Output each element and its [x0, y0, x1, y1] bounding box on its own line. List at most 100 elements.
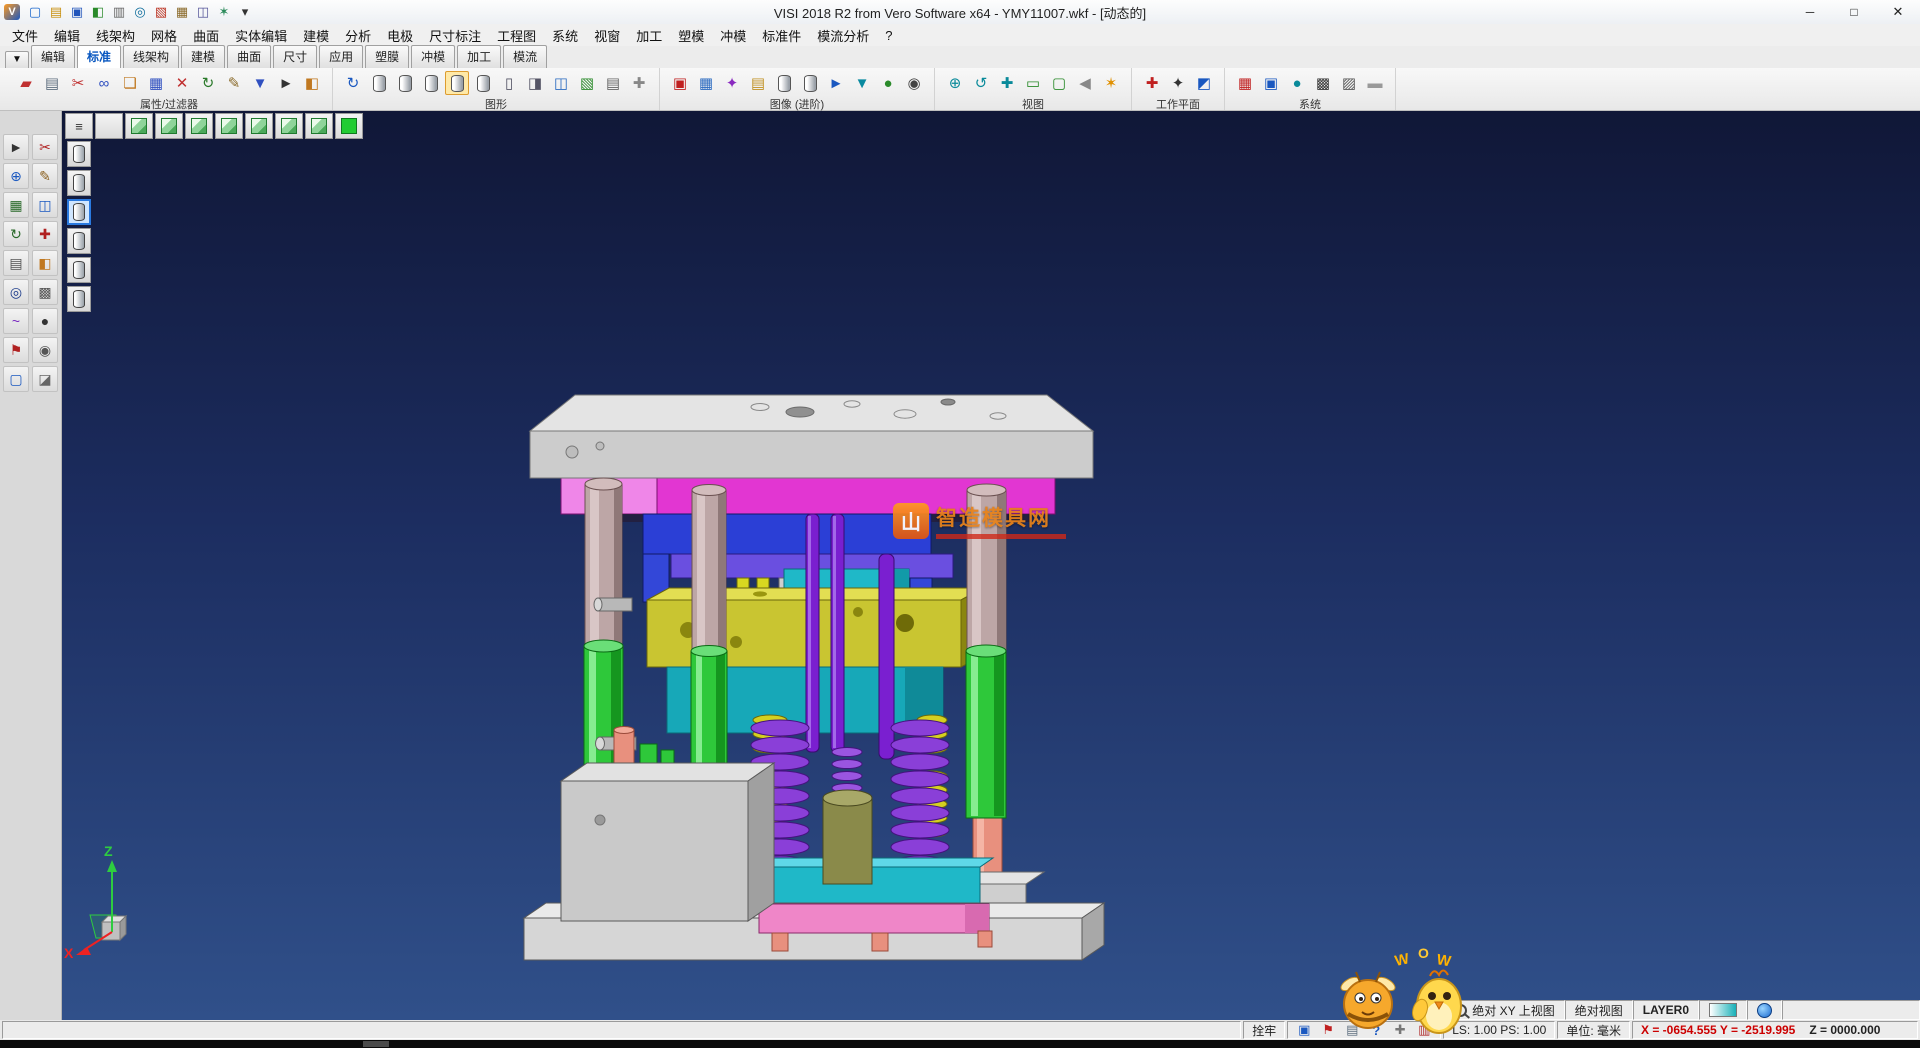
section-cylinder-icon[interactable]: [798, 71, 822, 95]
advanced-render-icon[interactable]: ▣: [668, 71, 692, 95]
globe-settings-icon[interactable]: ●: [1285, 71, 1309, 95]
shaded-mode-icon[interactable]: [445, 71, 469, 95]
tab-mould[interactable]: 塑膜: [365, 45, 409, 68]
view-right-cube-button[interactable]: [215, 113, 243, 139]
display-settings-icon[interactable]: ▣: [1259, 71, 1283, 95]
export-icon[interactable]: ◪: [32, 366, 58, 392]
shade-ghost-button[interactable]: [67, 228, 91, 254]
tab-surface[interactable]: 曲面: [227, 45, 271, 68]
menu-mesh[interactable]: 网格: [143, 24, 185, 47]
menu-window[interactable]: 视窗: [586, 24, 628, 47]
view-menu-button[interactable]: ≡: [65, 113, 93, 139]
snap-lock-panel[interactable]: 拴牢: [1243, 1021, 1285, 1039]
raster-settings-icon[interactable]: ▨: [1337, 71, 1361, 95]
close-button[interactable]: ✕: [1876, 0, 1920, 24]
menu-mould[interactable]: 塑模: [670, 24, 712, 47]
layer-panel[interactable]: LAYER0: [1633, 1000, 1699, 1020]
env-sphere-icon[interactable]: ●: [876, 71, 900, 95]
view-iso-cube-button[interactable]: [305, 113, 333, 139]
texture-grid-icon[interactable]: ▦: [694, 71, 718, 95]
tab-dimension[interactable]: 尺寸: [273, 45, 317, 68]
paint-icon[interactable]: ◧: [300, 71, 324, 95]
refresh-icon[interactable]: ↻: [196, 71, 220, 95]
menu-analysis[interactable]: 分析: [337, 24, 379, 47]
menu-dimension[interactable]: 尺寸标注: [421, 24, 489, 47]
cut-entities-icon[interactable]: ✂: [66, 71, 90, 95]
globe-panel[interactable]: [1747, 1000, 1782, 1020]
workplane-view-icon[interactable]: ◩: [1192, 71, 1216, 95]
workplane-icon[interactable]: ◧: [89, 3, 107, 21]
shade-section-button[interactable]: [67, 257, 91, 283]
tab-dropdown-button[interactable]: ▼: [5, 51, 29, 68]
pan-view-icon[interactable]: ⊕: [943, 71, 967, 95]
menu-surface[interactable]: 曲面: [185, 24, 227, 47]
tab-application[interactable]: 应用: [319, 45, 363, 68]
curve-icon[interactable]: ~: [3, 308, 29, 334]
sketch-pencil-icon[interactable]: ✎: [32, 163, 58, 189]
select-color-icon[interactable]: ▰: [14, 71, 38, 95]
redraw-icon[interactable]: ↻: [341, 71, 365, 95]
menu-modeling[interactable]: 建模: [295, 24, 337, 47]
menu-file[interactable]: 文件: [4, 24, 46, 47]
link-icon[interactable]: ∞: [92, 71, 116, 95]
save-icon[interactable]: ▣: [68, 3, 86, 21]
snapshot-icon[interactable]: ◉: [902, 71, 926, 95]
color-settings-icon[interactable]: ▦: [1233, 71, 1257, 95]
help-status-icon[interactable]: ?: [1368, 1023, 1384, 1038]
tab-edit[interactable]: 编辑: [31, 45, 75, 68]
light-icon[interactable]: ✶: [1099, 71, 1123, 95]
preview-icon[interactable]: ◎: [131, 3, 149, 21]
tab-machining[interactable]: 加工: [457, 45, 501, 68]
gouraud-mode-icon[interactable]: [419, 71, 443, 95]
shade-shaded-button[interactable]: [67, 199, 91, 225]
move-view-icon[interactable]: ►: [824, 71, 848, 95]
menu-wireframe[interactable]: 线架构: [88, 24, 143, 47]
material-layers-icon[interactable]: ▤: [746, 71, 770, 95]
mirror-icon[interactable]: ◫: [32, 192, 58, 218]
quick-menu-arrow[interactable]: ▾: [236, 3, 254, 21]
rotate-view-icon[interactable]: ↺: [969, 71, 993, 95]
wireframe-mode-icon[interactable]: [367, 71, 391, 95]
menu-solid-edit[interactable]: 实体编辑: [227, 24, 295, 47]
menu-machining[interactable]: 加工: [628, 24, 670, 47]
zoom-extents-icon[interactable]: ▭: [1021, 71, 1045, 95]
new-file-icon[interactable]: ▢: [26, 3, 44, 21]
maximize-button[interactable]: □: [1832, 0, 1876, 24]
macro-icon[interactable]: ✶: [215, 3, 233, 21]
view-left-cube-button[interactable]: [185, 113, 213, 139]
flag-icon[interactable]: ⚑: [3, 337, 29, 363]
open-file-icon[interactable]: ▤: [47, 3, 65, 21]
shade-hidden-button[interactable]: [67, 170, 91, 196]
flag-status-icon[interactable]: ⚑: [1320, 1022, 1336, 1038]
zoom-circle-icon[interactable]: ◎: [3, 279, 29, 305]
display-status-icon[interactable]: ▣: [1296, 1022, 1312, 1038]
material-status-icon[interactable]: ▥: [1416, 1022, 1432, 1038]
menu-edit[interactable]: 编辑: [46, 24, 88, 47]
workplane-free-icon[interactable]: ✦: [1166, 71, 1190, 95]
delete-icon[interactable]: ✕: [170, 71, 194, 95]
select-arrow-icon[interactable]: ►: [3, 134, 29, 160]
clock-icon[interactable]: ◉: [32, 337, 58, 363]
move-icon[interactable]: ⊕: [3, 163, 29, 189]
menu-flow-analysis[interactable]: 模流分析: [809, 24, 877, 47]
box-mode-icon[interactable]: ▯: [497, 71, 521, 95]
view-back-cube-button[interactable]: [245, 113, 273, 139]
snap-grid-icon[interactable]: ▦: [3, 192, 29, 218]
previous-view-icon[interactable]: ◀: [1073, 71, 1097, 95]
absolute-view-panel[interactable]: 绝对视图: [1565, 1000, 1633, 1020]
display-list-icon[interactable]: ▤: [601, 71, 625, 95]
view-axes-icon[interactable]: ✚: [995, 71, 1019, 95]
menu-electrode[interactable]: 电极: [379, 24, 421, 47]
view-front-cube-button[interactable]: [155, 113, 183, 139]
shade-cylinder-icon[interactable]: [772, 71, 796, 95]
menu-help[interactable]: ?: [877, 26, 900, 45]
graphics-settings-icon[interactable]: ✚: [627, 71, 651, 95]
transparent-mode-icon[interactable]: [471, 71, 495, 95]
view-top-cube-button[interactable]: [125, 113, 153, 139]
pick-icon[interactable]: ►: [274, 71, 298, 95]
workplane-xy-icon[interactable]: ✚: [1140, 71, 1164, 95]
filter-funnel-icon[interactable]: ▼: [850, 71, 874, 95]
printer-status-icon[interactable]: ▤: [1344, 1022, 1360, 1038]
filter-icon[interactable]: ▼: [248, 71, 272, 95]
iso-view-icon[interactable]: ▧: [575, 71, 599, 95]
